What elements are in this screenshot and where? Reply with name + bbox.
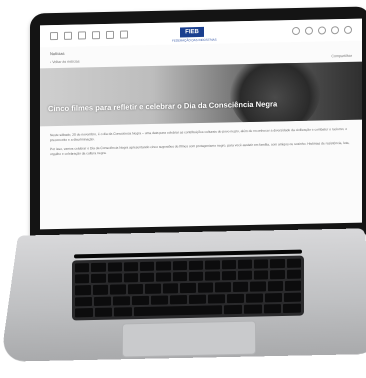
trackpad bbox=[122, 321, 256, 358]
building-icon[interactable] bbox=[64, 32, 72, 40]
fieb-logo[interactable]: FIEB bbox=[180, 27, 204, 38]
laptop-mockup: FIEB FEDERAÇÃO DAS INDÚSTRIAS Notícias ‹… bbox=[0, 0, 366, 378]
article-body: Neste sábado, 20 de novembro, é o dia da… bbox=[50, 127, 350, 161]
article-paragraph: Por isso, vamos celebrar o Dia da Consci… bbox=[50, 141, 350, 157]
nav-icons bbox=[50, 31, 128, 41]
institute-icon[interactable] bbox=[106, 31, 114, 39]
home-icon[interactable] bbox=[50, 32, 58, 40]
back-link[interactable]: ‹ Voltar às notícias bbox=[50, 60, 80, 65]
section-label[interactable]: Notícias bbox=[50, 51, 64, 56]
utility-icons bbox=[292, 26, 352, 35]
education-icon[interactable] bbox=[78, 31, 86, 39]
hero-banner: Cinco filmes para refletir e celebrar o … bbox=[40, 62, 362, 127]
hero-portrait-image bbox=[230, 62, 320, 127]
laptop-screen: FIEB FEDERAÇÃO DAS INDÚSTRIAS Notícias ‹… bbox=[40, 19, 362, 230]
article-paragraph: Neste sábado, 20 de novembro, é o dia da… bbox=[50, 127, 350, 143]
help-icon[interactable] bbox=[305, 27, 313, 35]
menu-icon[interactable] bbox=[344, 26, 352, 34]
briefcase-icon[interactable] bbox=[120, 31, 128, 39]
calendar-icon[interactable] bbox=[331, 26, 339, 34]
health-icon[interactable] bbox=[92, 31, 100, 39]
accessibility-icon[interactable] bbox=[292, 27, 300, 35]
settings-icon[interactable] bbox=[318, 26, 326, 34]
share-button[interactable]: Compartilhar bbox=[331, 54, 352, 58]
logo-subtitle: FEDERAÇÃO DAS INDÚSTRIAS bbox=[172, 38, 217, 43]
keyboard bbox=[72, 256, 304, 321]
